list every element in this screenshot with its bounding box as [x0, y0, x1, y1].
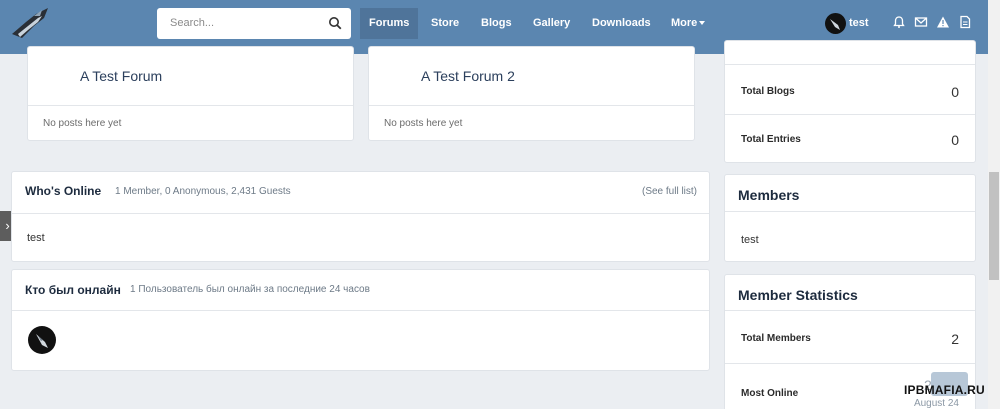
whos-online-block: Who's Online 1 Member, 0 Anonymous, 2,43… [11, 171, 710, 262]
scrollbar-thumb[interactable] [989, 172, 999, 280]
nav-store[interactable]: Store [422, 8, 468, 39]
nav-blogs[interactable]: Blogs [472, 8, 521, 39]
nav-forums[interactable]: Forums [360, 8, 419, 39]
most-online-label: Most Online [741, 388, 799, 399]
document-icon[interactable] [958, 15, 972, 29]
see-full-list-link[interactable]: (See full list) [642, 186, 697, 197]
divider [725, 310, 975, 311]
forum-last-post: No posts here yet [43, 118, 122, 129]
total-blogs-label: Total Blogs [741, 86, 795, 97]
divider [725, 363, 975, 364]
total-members-value: 2 [951, 331, 959, 347]
online-summary: 1 Member, 0 Anonymous, 2,431 Guests [115, 186, 291, 197]
site-logo[interactable] [8, 4, 54, 46]
block-title: Members [738, 187, 800, 203]
search-box[interactable]: Search... [157, 8, 351, 39]
warning-icon[interactable] [936, 15, 950, 29]
total-entries-value: 0 [951, 132, 959, 148]
last24-summary: 1 Пользователь был онлайн за последние 2… [130, 284, 370, 295]
block-title: Who's Online [25, 184, 102, 198]
avatar[interactable] [28, 326, 56, 354]
forum-title-link[interactable]: A Test Forum [80, 68, 162, 84]
last-24h-block: Кто был онлайн 1 Пользователь был онлайн… [11, 269, 710, 371]
user-menu[interactable]: test [849, 17, 869, 29]
total-members-label: Total Members [741, 333, 811, 344]
forum-card: A Test Forum No posts here yet [27, 46, 354, 141]
blog-stats-block: Total Blogs 0 Total Entries 0 [724, 40, 976, 163]
block-title: Кто был онлайн [25, 283, 121, 297]
nav-gallery[interactable]: Gallery [524, 8, 579, 39]
watermark-text: IPBMAFIA.RU [904, 383, 985, 397]
envelope-icon[interactable] [914, 15, 928, 29]
online-member-link[interactable]: test [27, 232, 45, 244]
nav-more-label: More [671, 17, 698, 29]
nav-more[interactable]: More [662, 8, 714, 39]
bell-icon[interactable] [892, 15, 906, 29]
search-icon[interactable] [328, 16, 342, 30]
members-block: Members test [724, 174, 976, 262]
forum-card: A Test Forum 2 No posts here yet [368, 46, 695, 141]
divider [725, 114, 975, 115]
member-link[interactable]: test [741, 234, 759, 246]
search-input[interactable]: Search... [170, 17, 214, 29]
divider [725, 211, 975, 212]
nav-downloads[interactable]: Downloads [583, 8, 660, 39]
forum-title-link[interactable]: A Test Forum 2 [421, 68, 515, 84]
divider [725, 64, 975, 65]
total-blogs-value: 0 [951, 84, 959, 100]
most-online-date: August 24 [913, 398, 959, 409]
chevron-down-icon [699, 21, 706, 26]
forum-last-post: No posts here yet [384, 118, 463, 129]
user-avatar[interactable] [825, 13, 846, 34]
divider [28, 105, 353, 106]
block-title: Member Statistics [738, 287, 858, 303]
divider [369, 105, 694, 106]
divider [12, 213, 709, 214]
divider [12, 310, 709, 311]
total-entries-label: Total Entries [741, 134, 801, 145]
